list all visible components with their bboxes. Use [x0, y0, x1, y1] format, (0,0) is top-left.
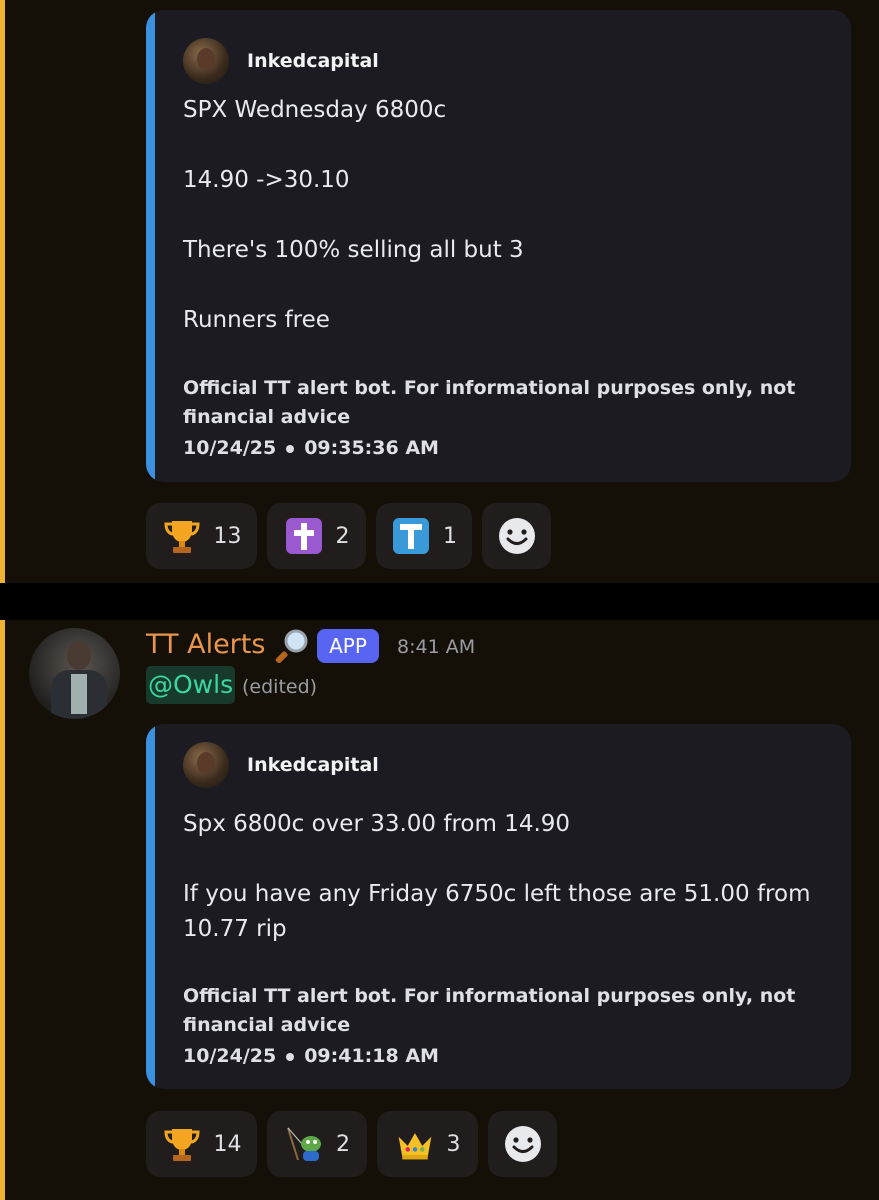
embed-footer: Official TT alert bot. For informational… — [183, 374, 803, 432]
mention-highlight-bar — [0, 0, 5, 583]
embed-accent-bar — [146, 10, 155, 482]
embed-author[interactable]: Inkedcapital — [183, 38, 379, 84]
embed-line: There's 100% selling all but 3 — [183, 237, 524, 263]
user-avatar[interactable] — [29, 628, 120, 719]
reaction-count: 2 — [335, 523, 350, 549]
reaction-trophy[interactable]: 14 — [146, 1111, 257, 1177]
message-timestamp[interactable]: 8:41 AM — [397, 636, 475, 658]
add-reaction-button[interactable] — [488, 1111, 557, 1177]
footer-date: 10/24/25 — [183, 1045, 277, 1067]
avatar-head — [67, 642, 91, 670]
avatar-shirt — [71, 674, 87, 714]
trophy-icon — [162, 516, 202, 556]
reaction-trophy[interactable]: 13 — [146, 503, 257, 569]
magnifying-glass-icon — [275, 627, 311, 664]
app-badge: APP — [317, 629, 379, 663]
trophy-icon — [162, 1124, 202, 1164]
footer-date: 10/24/25 — [183, 437, 277, 459]
embed-line: Runners free — [183, 307, 330, 333]
author-name[interactable]: Inkedcapital — [247, 50, 379, 72]
embed-timestamp: 10/24/25 09:35:36 AM — [183, 437, 439, 459]
author-name[interactable]: Inkedcapital — [247, 754, 379, 776]
reaction-letter-t[interactable]: 1 — [376, 503, 472, 569]
add-reaction-icon — [497, 516, 537, 556]
username[interactable]: TT Alerts — [146, 629, 265, 660]
reaction-count: 14 — [213, 1131, 242, 1157]
embed-footer: Official TT alert bot. For informational… — [183, 982, 803, 1040]
embed-line: SPX Wednesday 6800c — [183, 97, 447, 123]
footer-line: financial advice — [183, 1014, 351, 1036]
reaction-count: 3 — [446, 1131, 461, 1157]
embed-card: Inkedcapital Spx 6800c over 33.00 from 1… — [146, 724, 851, 1089]
embed-line: 14.90 ->30.10 — [183, 167, 350, 193]
embed-timestamp: 10/24/25 09:41:18 AM — [183, 1045, 439, 1067]
embed-line: 10.77 rip — [183, 916, 287, 942]
mention-highlight-bar — [0, 620, 5, 1200]
letter-t-icon — [391, 516, 431, 556]
embed-accent-bar — [146, 724, 155, 1089]
embed-line: If you have any Friday 6750c left those … — [183, 881, 811, 907]
message-1: Inkedcapital SPX Wednesday 6800c 14.90 -… — [0, 0, 879, 583]
reaction-count: 1 — [443, 523, 457, 549]
author-avatar[interactable] — [183, 38, 229, 84]
embed-line: Spx 6800c over 33.00 from 14.90 — [183, 811, 571, 837]
footer-line: Official TT alert bot. For informational… — [183, 985, 796, 1007]
reaction-crown[interactable]: 3 — [377, 1111, 478, 1177]
reaction-count: 13 — [213, 523, 242, 549]
footer-time: 09:35:36 AM — [304, 437, 439, 459]
author-avatar[interactable] — [183, 742, 229, 788]
embed-author[interactable]: Inkedcapital — [183, 742, 379, 788]
edited-label: (edited) — [242, 676, 318, 698]
reaction-pepe-fishing[interactable]: 2 — [267, 1111, 367, 1177]
embed-card: Inkedcapital SPX Wednesday 6800c 14.90 -… — [146, 10, 851, 482]
footer-time: 09:41:18 AM — [304, 1045, 439, 1067]
latin-cross-icon — [284, 516, 324, 556]
reaction-cross[interactable]: 2 — [267, 503, 366, 569]
separator-dot — [286, 444, 295, 453]
footer-line: financial advice — [183, 406, 351, 428]
add-reaction-icon — [503, 1124, 543, 1164]
footer-line: Official TT alert bot. For informational… — [183, 377, 796, 399]
reaction-count: 2 — [336, 1131, 350, 1157]
add-reaction-button[interactable] — [482, 503, 551, 569]
crown-icon — [395, 1124, 435, 1164]
user-mention[interactable]: @Owls — [146, 666, 236, 704]
pepe-fishing-icon — [284, 1124, 324, 1164]
separator-dot — [286, 1052, 295, 1061]
